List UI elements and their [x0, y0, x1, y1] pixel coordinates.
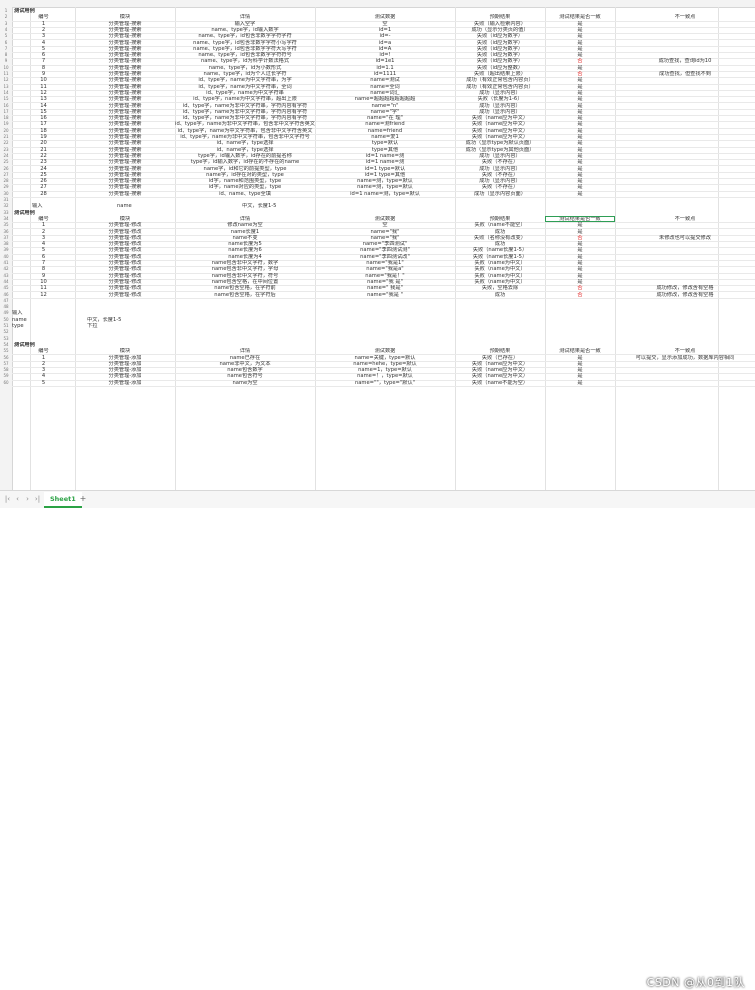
- next-sheet-icon[interactable]: ›: [23, 495, 32, 504]
- table-cell[interactable]: [615, 380, 755, 386]
- table-cell[interactable]: name为空: [175, 380, 315, 386]
- table-cell[interactable]: 5: [12, 380, 75, 386]
- add-sheet-icon[interactable]: +: [78, 494, 88, 504]
- prev-sheet-icon[interactable]: ‹: [13, 495, 22, 504]
- table-cell[interactable]: 分类管理-添加: [75, 380, 175, 386]
- last-sheet-icon[interactable]: ›|: [33, 495, 42, 504]
- sheet-tab-bar: |‹ ‹ › ›| Sheet1 + CSDN @从0到1队: [0, 490, 755, 989]
- table-cell[interactable]: 是: [545, 380, 615, 386]
- watermark: CSDN @从0到1队: [646, 976, 745, 989]
- sheet-tab-sheet1[interactable]: Sheet1: [44, 492, 82, 508]
- row-number[interactable]: 60: [0, 380, 12, 386]
- table-cell[interactable]: 失败（name不能为空）: [455, 380, 545, 386]
- spreadsheet-grid[interactable]: 1 测试用例 2 编号 模块 详情 测试数据 预期结果 测试结果是否一致 不一致点 3 1 分类管理-搜…: [0, 0, 755, 490]
- column-header-bar[interactable]: [0, 0, 755, 8]
- first-sheet-icon[interactable]: |‹: [3, 495, 12, 504]
- table-cell[interactable]: name=""，type="默认": [315, 380, 455, 386]
- table-row: 60 5 分类管理-添加 name为空 name=""，type="默认" 失败（name…: [3, 380, 755, 387]
